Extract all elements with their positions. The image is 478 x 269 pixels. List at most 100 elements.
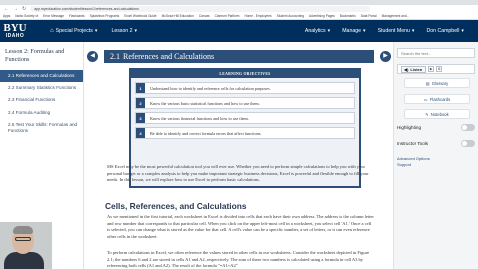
home-icon: ⌂ bbox=[50, 28, 54, 34]
arrow-right-icon: ▶ bbox=[383, 53, 388, 59]
previous-section-button[interactable]: ◀ bbox=[87, 50, 98, 62]
student-menu-label: Student Menu bbox=[377, 28, 410, 34]
notebook-label: Notebook bbox=[430, 111, 449, 117]
objectives-list: 1 Understand how to identify and referen… bbox=[131, 78, 359, 139]
back-arrow-icon[interactable]: ← bbox=[4, 6, 9, 12]
bookmark-item[interactable]: Data Portal bbox=[361, 14, 377, 18]
objective-item: 4 Be able to identify and correct formul… bbox=[135, 127, 355, 139]
objective-item: 1 Understand how to identify and referen… bbox=[135, 82, 355, 94]
brand-sub-text: IDAHO bbox=[5, 33, 25, 39]
objective-text: Be able to identify and correct formula … bbox=[150, 130, 262, 136]
bookmark-item[interactable]: Home - Employees bbox=[244, 14, 271, 18]
sidebar-item-2-2[interactable]: 2.2 Summary Statistics Functions bbox=[0, 82, 83, 94]
cards-icon: ▭ bbox=[423, 96, 428, 102]
section-title: References and Calculations bbox=[123, 51, 215, 61]
manage-label: Manage bbox=[342, 28, 361, 34]
objective-item: 3 Know the various financial functions a… bbox=[135, 112, 355, 124]
bookmark-item[interactable]: Student Accounting bbox=[277, 14, 304, 18]
arrow-left-icon: ◀ bbox=[90, 53, 95, 59]
learning-objectives-title: LEARNING OBJECTIVES bbox=[131, 70, 359, 78]
app-header: BYU IDAHO ⌂ Special Projects ▾ Lesson 2 … bbox=[0, 20, 478, 42]
chevron-down-icon: ▾ bbox=[94, 28, 98, 34]
advanced-options-link[interactable]: Advanced Options bbox=[397, 156, 430, 162]
instructor-tools-row: Instructor Tools bbox=[397, 138, 475, 148]
chevron-down-icon: ▾ bbox=[362, 28, 366, 34]
flashcards-label: Flashcards bbox=[429, 96, 451, 102]
user-name: Don Campbell bbox=[426, 28, 460, 34]
listen-label: Listen bbox=[410, 66, 423, 72]
flashcards-button[interactable]: ▭ Flashcards bbox=[404, 94, 470, 104]
sidebar-item-2-3[interactable]: 2.3 Financial Functions bbox=[0, 94, 83, 106]
sidebar-item-2-4[interactable]: 2.4 Formula Auditing bbox=[0, 107, 83, 119]
bookmark-item[interactable]: Idaho Society of bbox=[15, 14, 38, 18]
tools-panel: ◀) Listen ▶ ⚙ ▤ Glossary ▭ Flashcards ✎ … bbox=[393, 42, 478, 269]
highlighting-label: Highlighting bbox=[397, 124, 422, 130]
bookmark-item[interactable]: Clareom Platform bbox=[215, 14, 240, 18]
bookmark-item[interactable]: Apps bbox=[3, 14, 10, 18]
section-title-bar: 2.1 References and Calculations bbox=[104, 49, 374, 63]
audio-player: ◀) Listen ▶ ⚙ bbox=[397, 64, 475, 74]
chevron-down-icon: ▾ bbox=[411, 28, 415, 34]
forward-arrow-icon[interactable]: → bbox=[13, 6, 18, 12]
instructor-tools-toggle[interactable] bbox=[461, 139, 475, 147]
bookmark-item[interactable]: Bookmarks bbox=[340, 14, 356, 18]
analytics-menu[interactable]: Analytics ▾ bbox=[305, 28, 330, 34]
glossary-label: Glossary bbox=[431, 80, 449, 86]
highlighting-toggle[interactable] bbox=[461, 123, 475, 131]
intro-paragraph: MS Excel may be the most powerful calcul… bbox=[107, 164, 369, 183]
panel-links: Advanced Options Support bbox=[397, 156, 430, 167]
bookmarks-bar: Apps Idaho Society of Error Message Flas… bbox=[0, 13, 478, 20]
analytics-label: Analytics bbox=[304, 28, 326, 34]
objective-number: 3 bbox=[136, 113, 145, 123]
bookmark-item[interactable]: Splashbox Programs bbox=[90, 14, 120, 18]
notebook-button[interactable]: ✎ Notebook bbox=[404, 109, 470, 119]
body-paragraph: As we mentioned in the first tutorial, e… bbox=[107, 214, 374, 239]
objective-text: Understand how to identify and reference… bbox=[150, 85, 271, 91]
reload-icon[interactable]: ↻ bbox=[22, 6, 26, 12]
book-icon: ▤ bbox=[425, 80, 430, 86]
sidebar-item-2-5[interactable]: 2.5 Test Your Skills: Formulas and Funct… bbox=[0, 119, 83, 137]
url-field[interactable]: app.myeducation.com/student/lesson/1/ref… bbox=[30, 6, 371, 12]
webcam-overlay bbox=[0, 222, 52, 269]
student-menu[interactable]: Student Menu ▾ bbox=[378, 28, 415, 34]
highlighting-row: Highlighting bbox=[397, 122, 475, 132]
bookmark-item[interactable]: Flashcards bbox=[69, 14, 85, 18]
objective-text: Know the various financial functions and… bbox=[150, 115, 249, 121]
chevron-down-icon: ▾ bbox=[327, 28, 331, 34]
bookmark-item[interactable]: Advertising Pages bbox=[309, 14, 335, 18]
lesson-label: Lesson 2 bbox=[111, 28, 133, 34]
presenter-glasses bbox=[15, 237, 31, 241]
objective-number: 2 bbox=[136, 98, 145, 108]
manage-menu[interactable]: Manage ▾ bbox=[342, 28, 365, 34]
lesson-title: Lesson 2: Formulas and Functions bbox=[5, 48, 65, 64]
lesson-menu[interactable]: Lesson 2 ▾ bbox=[111, 28, 137, 34]
search-input[interactable] bbox=[397, 48, 475, 58]
play-icon[interactable]: ▶ bbox=[428, 66, 435, 72]
bookmark-item[interactable]: Excel Workbook Guide bbox=[124, 14, 156, 18]
special-projects-menu[interactable]: ⌂ Special Projects ▾ bbox=[50, 28, 97, 34]
special-projects-label: Special Projects bbox=[55, 28, 93, 34]
lesson-nav: 2.1 References and Calculations 2.2 Summ… bbox=[0, 70, 83, 137]
objective-item: 2 Know the various basic statistical fun… bbox=[135, 97, 355, 109]
chevron-down-icon: ▾ bbox=[461, 28, 464, 34]
objective-number: 1 bbox=[136, 83, 145, 93]
listen-button[interactable]: ◀) Listen bbox=[401, 65, 427, 73]
glossary-button[interactable]: ▤ Glossary bbox=[404, 78, 470, 88]
sidebar-item-2-1[interactable]: 2.1 References and Calculations bbox=[0, 70, 83, 83]
user-menu[interactable]: Don Campbell ▾ bbox=[427, 28, 464, 34]
section-number: 2.1 bbox=[110, 51, 120, 61]
bookmark-item[interactable]: Error Message bbox=[43, 14, 64, 18]
instructor-tools-label: Instructor Tools bbox=[397, 140, 429, 146]
bookmark-item[interactable]: McGraw Hill Education bbox=[162, 14, 194, 18]
bookmark-item[interactable]: Management and... bbox=[382, 14, 409, 18]
chevron-down-icon: ▾ bbox=[134, 28, 138, 34]
browser-address-bar: ← → ↻ app.myeducation.com/student/lesson… bbox=[0, 5, 478, 13]
support-link[interactable]: Support bbox=[397, 162, 430, 168]
next-section-button[interactable]: ▶ bbox=[380, 50, 391, 62]
presenter-hair bbox=[13, 226, 33, 234]
byu-idaho-logo[interactable]: BYU IDAHO bbox=[0, 20, 30, 42]
settings-icon[interactable]: ⚙ bbox=[436, 66, 443, 72]
section-heading: Cells, References, and Calculations bbox=[105, 201, 247, 211]
bookmark-item[interactable]: Canvas bbox=[199, 14, 210, 18]
objective-text: Know the various basic statistical funct… bbox=[150, 100, 260, 106]
